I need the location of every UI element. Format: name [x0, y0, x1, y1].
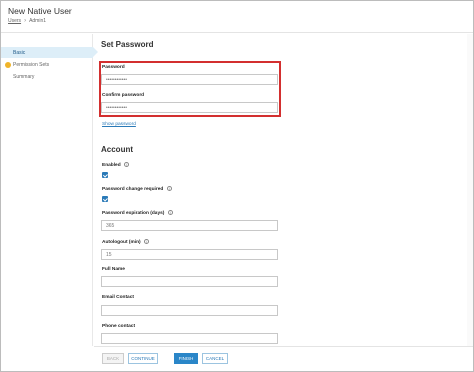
- window-title: New Native User: [8, 6, 72, 16]
- enabled-label: Enabled: [102, 162, 130, 168]
- header: New Native User Users › Admin1: [1, 1, 473, 33]
- password-label: Password: [102, 65, 125, 70]
- full-name-field[interactable]: [101, 276, 278, 287]
- sidebar-item-basic[interactable]: Basic: [1, 47, 98, 58]
- info-icon[interactable]: [143, 239, 149, 244]
- set-password-heading: Set Password: [101, 40, 154, 49]
- scrollbar[interactable]: [467, 34, 473, 346]
- phone-contact-label: Phone contact: [102, 324, 136, 329]
- breadcrumb-users-link[interactable]: Users: [8, 18, 21, 24]
- back-button[interactable]: BACK: [102, 353, 124, 364]
- email-contact-label: Email Contact: [102, 295, 134, 300]
- confirm-password-field[interactable]: ••••••••••••: [101, 102, 278, 113]
- sidebar-item-summary[interactable]: Summary: [1, 71, 93, 82]
- wizard-footer: BACK CONTINUE FINISH CANCEL: [94, 346, 473, 371]
- finish-button[interactable]: FINISH: [174, 353, 198, 364]
- info-icon[interactable]: [124, 162, 130, 167]
- pw-expiration-label-text: Password expiration (days): [102, 210, 165, 216]
- show-password-link[interactable]: Show password: [102, 122, 136, 127]
- password-field[interactable]: ••••••••••••: [101, 74, 278, 85]
- email-contact-field[interactable]: [101, 305, 278, 316]
- enabled-label-text: Enabled: [102, 162, 121, 168]
- wizard-sidebar: Basic Permission Sets Summary: [1, 34, 98, 346]
- full-name-label: Full Name: [102, 267, 125, 272]
- breadcrumb: Users › Admin1: [8, 18, 46, 24]
- confirm-password-label: Confirm password: [102, 93, 145, 98]
- autologout-label-text: Autologout (min): [102, 239, 141, 245]
- pw-change-label-text: Password change required: [102, 186, 164, 192]
- pw-expiration-label: Password expiration (days): [102, 210, 173, 216]
- cancel-button[interactable]: CANCEL: [202, 353, 228, 364]
- enabled-checkbox[interactable]: [102, 172, 108, 178]
- chevron-right-icon: ›: [24, 18, 27, 24]
- account-heading: Account: [101, 145, 133, 154]
- warning-icon: [5, 61, 11, 68]
- pw-change-checkbox[interactable]: [102, 196, 108, 202]
- sidebar-item-label: Summary: [13, 73, 35, 80]
- pw-expiration-field[interactable]: 365: [101, 220, 278, 231]
- pw-change-label: Password change required: [102, 186, 172, 192]
- sidebar-item-label: Basic: [13, 49, 26, 56]
- autologout-field[interactable]: 15: [101, 249, 278, 260]
- sidebar-item-permission-sets[interactable]: Permission Sets: [1, 59, 93, 70]
- breadcrumb-current: Admin1: [29, 18, 47, 24]
- main-content: Set Password Password •••••••••••• Confi…: [94, 34, 473, 346]
- sidebar-item-label: Permission Sets: [13, 61, 50, 68]
- info-icon[interactable]: [166, 186, 172, 191]
- window-frame: New Native User Users › Admin1 Basic Per…: [0, 0, 474, 372]
- phone-contact-field[interactable]: [101, 333, 278, 344]
- info-icon[interactable]: [167, 210, 173, 215]
- continue-button[interactable]: CONTINUE: [128, 353, 158, 364]
- autologout-label: Autologout (min): [102, 239, 149, 245]
